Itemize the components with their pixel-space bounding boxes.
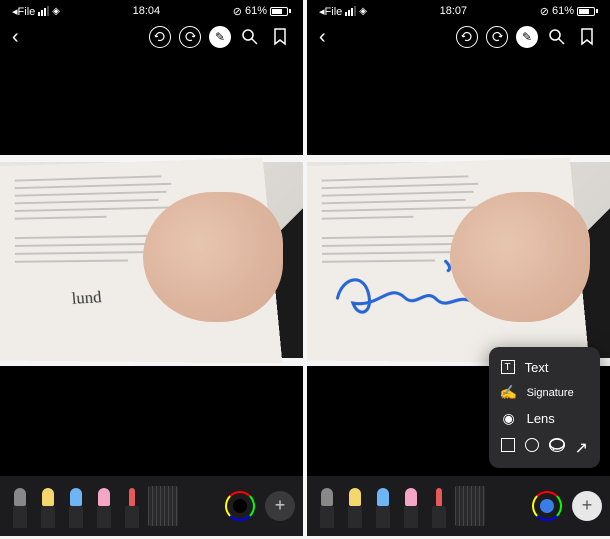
markup-tool-bar: + (0, 476, 303, 536)
eraser-tool[interactable] (92, 483, 116, 528)
search-button[interactable] (239, 26, 261, 48)
ruler-tool[interactable] (148, 486, 178, 526)
markup-pen-button[interactable]: ✎ (516, 26, 538, 48)
signature-icon: ✍ (501, 385, 517, 401)
hand-with-pen (143, 192, 283, 322)
document-view[interactable]: lund (0, 162, 303, 358)
orientation-lock-icon: ⊘ (540, 5, 549, 18)
markup-pen-button[interactable]: ✎ (209, 26, 231, 48)
signal-icon (345, 6, 356, 16)
lasso-tool[interactable] (120, 483, 144, 528)
shape-square[interactable] (501, 438, 515, 452)
top-toolbar: ‹ ✎ (0, 22, 303, 56)
battery-icon (270, 7, 291, 16)
back-button[interactable]: ‹ (319, 26, 326, 49)
document-view[interactable] (307, 162, 610, 358)
bookmark-button[interactable] (269, 26, 291, 48)
battery-icon (577, 7, 598, 16)
shape-speech-bubble[interactable] (549, 438, 565, 452)
redo-button[interactable] (486, 26, 508, 48)
pen-tool[interactable] (315, 483, 339, 528)
undo-button[interactable] (456, 26, 478, 48)
back-button[interactable]: ‹ (12, 26, 19, 49)
markup-tool-bar: + (307, 476, 610, 536)
add-annotation-menu: T Text ✍ Signature ◉ Lens ↗ (489, 347, 600, 468)
color-picker-button[interactable] (532, 491, 562, 521)
add-annotation-button[interactable]: + (265, 491, 295, 521)
text-icon: T (501, 360, 515, 374)
shape-arrow[interactable]: ↗ (575, 438, 588, 458)
shape-circle[interactable] (525, 438, 539, 452)
menu-item-text[interactable]: T Text (499, 355, 590, 380)
back-to-app[interactable]: ◂File (319, 5, 342, 18)
menu-item-signature[interactable]: ✍ Signature (499, 380, 590, 406)
undo-button[interactable] (149, 26, 171, 48)
search-button[interactable] (546, 26, 568, 48)
eraser-tool[interactable] (399, 483, 423, 528)
pencil-tool[interactable] (371, 483, 395, 528)
hand-with-pen (450, 192, 590, 322)
battery-percent: 61% (552, 5, 574, 17)
shape-row: ↗ (499, 432, 590, 460)
menu-item-lens[interactable]: ◉ Lens (499, 406, 590, 432)
status-bar: ◂File ◈ 18:07 ⊘ 61% (307, 0, 610, 22)
top-toolbar: ‹ ✎ (307, 22, 610, 56)
wifi-icon: ◈ (52, 6, 60, 17)
status-bar: ◂File ◈ 18:04 ⊘ 61% (0, 0, 303, 22)
clock: 18:07 (440, 5, 468, 17)
orientation-lock-icon: ⊘ (233, 5, 242, 18)
battery-percent: 61% (245, 5, 267, 17)
redo-button[interactable] (179, 26, 201, 48)
ruler-tool[interactable] (455, 486, 485, 526)
highlighter-tool[interactable] (343, 483, 367, 528)
clock: 18:04 (133, 5, 161, 17)
highlighter-tool[interactable] (36, 483, 60, 528)
pen-tool[interactable] (8, 483, 32, 528)
lasso-tool[interactable] (427, 483, 451, 528)
color-picker-button[interactable] (225, 491, 255, 521)
add-annotation-button[interactable]: + (572, 491, 602, 521)
original-signature: lund (71, 289, 102, 309)
signal-icon (38, 6, 49, 16)
wifi-icon: ◈ (359, 6, 367, 17)
bookmark-button[interactable] (576, 26, 598, 48)
lens-icon: ◉ (501, 411, 517, 427)
back-to-app[interactable]: ◂File (12, 5, 35, 18)
pencil-tool[interactable] (64, 483, 88, 528)
